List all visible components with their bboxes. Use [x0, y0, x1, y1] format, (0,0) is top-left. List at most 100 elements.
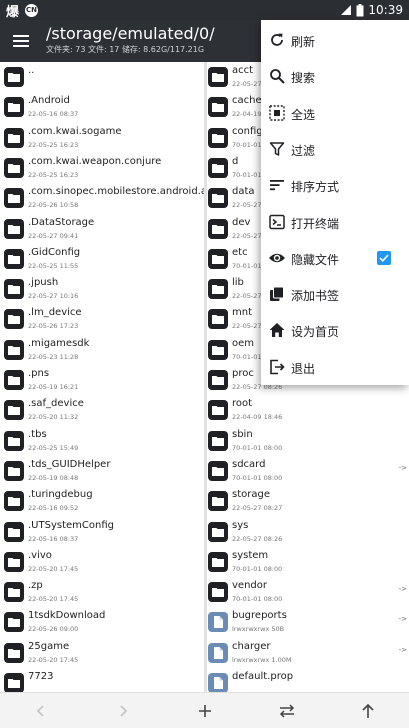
checkbox-checked-icon[interactable] — [377, 250, 391, 265]
file-row[interactable]: 7723 — [0, 668, 204, 692]
back-button[interactable] — [28, 698, 54, 724]
file-row[interactable]: .pns 22-05-19 16:21 — [0, 365, 204, 395]
folder-icon — [208, 582, 228, 603]
file-row[interactable]: .jpush 22-05-27 10:16 — [0, 274, 204, 304]
file-row[interactable]: .com.sinopec.mobilestore.android.app 22-0… — [0, 183, 204, 213]
file-row[interactable]: .vivo 22-05-20 17:45 — [0, 547, 204, 577]
file-name: .com.kwai.sogame — [28, 125, 122, 137]
file-row[interactable]: root 22-04-09 18:46 — [207, 395, 409, 425]
file-meta: 22-05-26 17:23 — [28, 322, 79, 331]
folder-icon — [4, 612, 24, 633]
folder-icon — [4, 370, 24, 390]
file-name: sbin — [232, 428, 253, 440]
file-name: .com.kwai.weapon.conjure — [28, 155, 162, 167]
current-path: /storage/emulated/0/ — [46, 24, 215, 43]
file-meta: 22-04-09 18:46 — [232, 413, 283, 422]
file-meta: 22-05-16 08:37 — [28, 534, 79, 543]
folder-icon — [4, 188, 24, 209]
file-row[interactable]: .migamesdk 22-05-23 11:28 — [0, 335, 204, 365]
folder-icon — [4, 400, 24, 421]
new-item-button[interactable] — [192, 698, 218, 724]
file-name: .. — [28, 65, 35, 76]
swap-panes-button[interactable] — [274, 698, 300, 724]
menu-item-8[interactable]: 设为首页 — [261, 312, 409, 348]
file-row[interactable]: default.prop — [207, 668, 409, 692]
bookmark-icon — [268, 285, 286, 303]
status-bar: 爆 CN 10:39 — [0, 0, 409, 20]
folder-icon — [4, 309, 24, 330]
file-meta: 22-05-27 — [232, 322, 262, 331]
file-row[interactable]: .com.kwai.weapon.conjure 22-05-25 16:23 — [0, 153, 204, 183]
file-row[interactable]: sys 22-05-27 08:26 — [207, 517, 409, 547]
file-row[interactable]: sdcard 70-01-01 08:00 -> — [207, 456, 409, 486]
file-name: .pns — [28, 368, 50, 379]
file-meta: 22-05-20 17:45 — [28, 564, 79, 573]
file-name: sys — [232, 519, 249, 531]
file-name: .lm_device — [28, 307, 82, 319]
file-row[interactable]: charger lrwxrwxrwx 1.00M -> — [207, 638, 409, 668]
left-file-list[interactable]: .. .Android 22-05-16 08:37 .com.kwai.sogame… — [0, 62, 204, 692]
menu-item-5[interactable]: 打开终端 — [261, 204, 409, 240]
menu-item-4[interactable]: 排序方式 — [261, 167, 409, 203]
swap-icon — [279, 704, 295, 718]
file-name: oem — [232, 337, 255, 349]
file-meta: 22-05-20 11:32 — [28, 413, 79, 422]
file-row[interactable]: .tbs 22-05-25 15:49 — [0, 426, 204, 456]
file-row[interactable]: .com.kwai.sogame 22-05-25 16:23 — [0, 123, 204, 153]
file-row[interactable]: .tds_GUIDHelper 22-05-19 08:48 — [0, 456, 204, 486]
file-row[interactable]: .turingdebug 22-05-16 09:52 — [0, 486, 204, 516]
file-name: .zp — [28, 580, 43, 592]
file-meta: 22-05-27 08:27 — [232, 504, 283, 513]
file-row[interactable]: bugreports lrwxrwxrwx 50B -> — [207, 607, 409, 637]
forward-button[interactable] — [110, 698, 136, 724]
file-row[interactable]: .lm_device 22-05-26 17:23 — [0, 304, 204, 334]
menu-item-3[interactable]: 过滤 — [261, 131, 409, 167]
file-row[interactable]: .zp 22-05-20 17:45 — [0, 577, 204, 607]
menu-item-7[interactable]: 添加书签 — [261, 276, 409, 312]
file-meta: 22-05-23 11:28 — [28, 352, 79, 361]
file-row[interactable]: .DataStorage 22-05-27 09:41 — [0, 214, 204, 244]
file-row[interactable]: .saf_device 22-05-20 11:32 — [0, 395, 204, 425]
file-row[interactable]: storage 22-05-27 08:27 — [207, 486, 409, 516]
file-row[interactable]: .GidConfig 22-05-25 11:55 — [0, 244, 204, 274]
exit-icon — [268, 358, 286, 376]
file-meta: 70-01-01 08:00 — [232, 443, 283, 452]
file-name: .turingdebug — [28, 489, 93, 501]
file-meta: 22-05-20 17:45 — [28, 655, 79, 664]
file-row[interactable]: .. — [0, 62, 204, 92]
menu-item-0[interactable]: 刷新 — [261, 22, 409, 58]
file-row[interactable]: 25game 22-05-20 17:45 — [0, 638, 204, 668]
plus-icon — [199, 705, 211, 717]
file-row[interactable]: sbin 70-01-01 08:00 — [207, 426, 409, 456]
symlink-indicator: -> — [398, 615, 407, 624]
chevron-right-icon — [120, 705, 128, 717]
folder-icon — [4, 248, 24, 269]
folder-icon — [208, 157, 228, 178]
menu-item-9[interactable]: 退出 — [261, 349, 409, 385]
menu-item-label: 刷新 — [291, 35, 316, 49]
menu-item-1[interactable]: 搜索 — [261, 58, 409, 94]
eye-icon — [268, 249, 286, 267]
menu-item-6[interactable]: 隐藏文件 — [261, 240, 409, 276]
file-name: acct — [232, 65, 254, 76]
app-notification-icon: 爆 — [6, 4, 20, 20]
file-meta: 70-01-01 08:00 — [232, 473, 283, 482]
menu-item-2[interactable]: 全选 — [261, 95, 409, 131]
parent-directory-button[interactable] — [355, 698, 381, 724]
file-row[interactable]: system 70-01-01 08:00 — [207, 547, 409, 577]
file-row[interactable]: vendor 70-01-01 08:00 -> — [207, 577, 409, 607]
file-row[interactable]: 1tsdkDownload 22-05-26 09:00 — [0, 607, 204, 637]
arrow-up-icon — [362, 703, 374, 718]
search-icon — [268, 67, 286, 85]
folder-icon — [4, 279, 24, 300]
folder-icon — [208, 248, 228, 269]
file-row[interactable]: .Android 22-05-16 08:37 — [0, 92, 204, 122]
folder-icon — [208, 97, 228, 118]
refresh-icon — [268, 31, 286, 49]
file-meta: 22-05-19 16:21 — [28, 383, 79, 391]
file-name: system — [232, 549, 269, 561]
file-row[interactable]: .UTSystemConfig 22-05-16 08:37 — [0, 517, 204, 547]
cn-badge-icon: CN — [25, 3, 39, 17]
drawer-menu-button[interactable] — [8, 28, 34, 54]
folder-icon — [208, 127, 228, 148]
